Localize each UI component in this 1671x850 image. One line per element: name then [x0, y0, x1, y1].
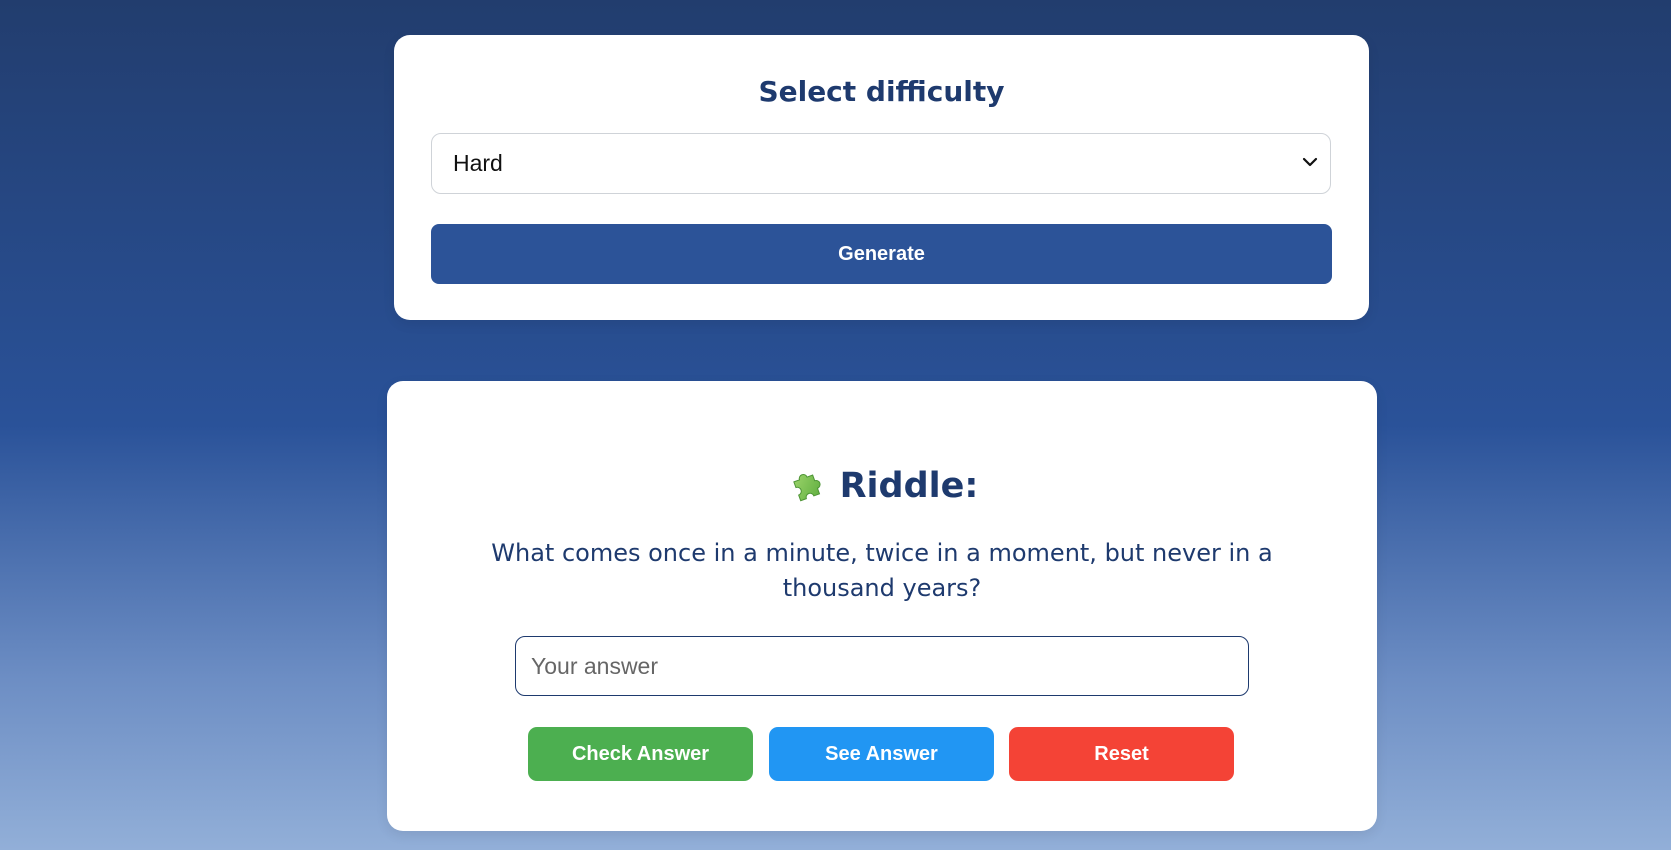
- difficulty-select[interactable]: Hard: [431, 133, 1331, 194]
- difficulty-selected-value: Hard: [453, 150, 503, 176]
- reset-button[interactable]: Reset: [1009, 727, 1234, 781]
- check-answer-button[interactable]: Check Answer: [528, 727, 753, 781]
- riddle-title: Riddle:: [839, 466, 979, 506]
- generate-button[interactable]: Generate: [431, 224, 1332, 284]
- difficulty-title: Select difficulty: [758, 75, 1005, 108]
- chevron-down-icon: [1302, 157, 1318, 167]
- answer-input[interactable]: [515, 636, 1249, 696]
- difficulty-card: Select difficulty Hard Generate: [394, 35, 1369, 320]
- puzzle-icon: [792, 473, 821, 502]
- riddle-heading: Riddle:: [387, 466, 1377, 506]
- see-answer-button[interactable]: See Answer: [769, 727, 994, 781]
- riddle-card: Riddle: What comes once in a minute, twi…: [387, 381, 1377, 831]
- riddle-question: What comes once in a minute, twice in a …: [491, 539, 1273, 602]
